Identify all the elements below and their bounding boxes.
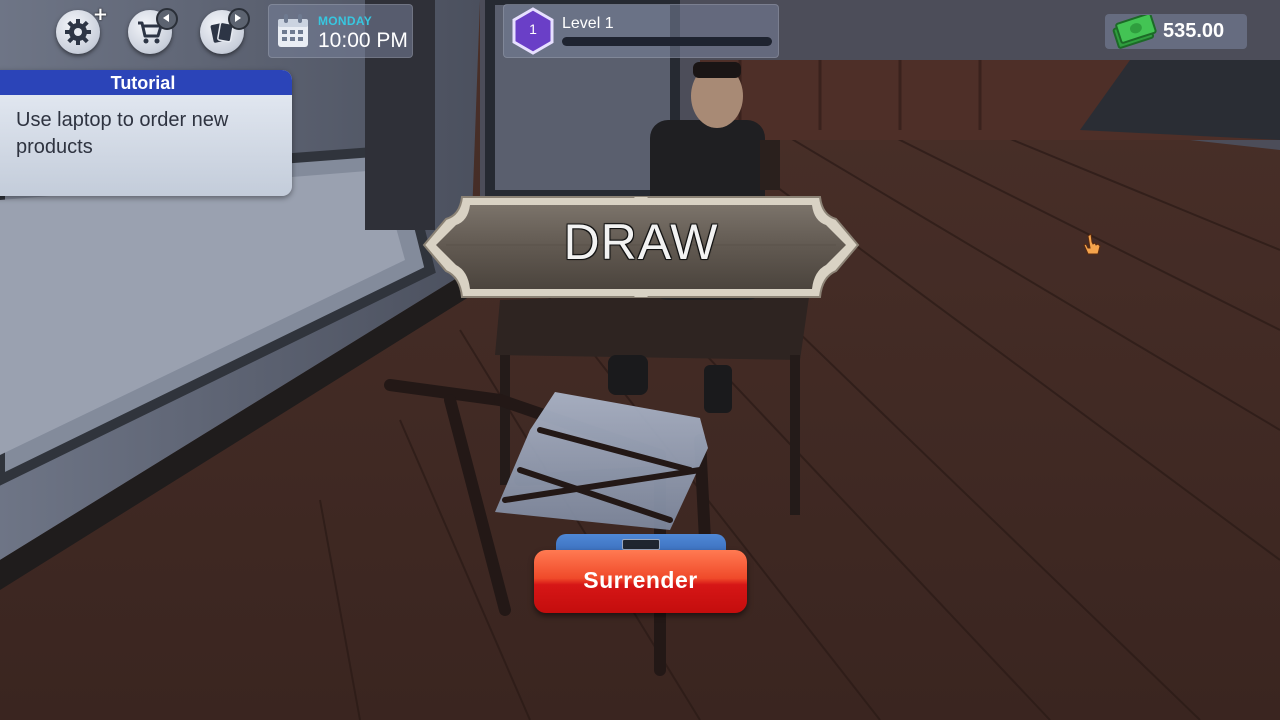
level-number: 1 [529,21,537,37]
level-label: Level 1 [562,15,614,32]
calendar-icon [278,14,308,47]
day-label: MONDAY [318,14,373,28]
plus-icon: + [92,4,108,25]
tutorial-text: Use laptop to order new products [0,95,292,173]
surrender-button[interactable]: Surrender [534,550,747,613]
gear-icon [65,19,91,45]
triangle-right-icon [235,14,241,22]
result-banner: DRAW [422,193,860,303]
result-label: DRAW [563,214,719,270]
level-progress-bar [562,37,772,46]
tutorial-text-line: Use laptop to order new [16,109,229,131]
tutorial-text-line: products [16,136,93,158]
cash-icon [1112,15,1157,49]
tutorial-title: Tutorial [0,70,292,95]
collapse-badge [156,8,178,30]
game-scene: + MONDAY 10:00 PM 1 Level 1 535.00 Tutor… [0,0,1280,720]
triangle-left-icon [163,14,169,22]
money-amount: 535.00 [1163,20,1225,42]
money-panel: 535.00 [1105,14,1247,49]
tutorial-panel: Tutorial Use laptop to order new product… [0,70,292,196]
settings-button[interactable]: + [56,4,108,54]
cards-button[interactable] [200,8,250,54]
time-label: 10:00 PM [318,29,408,52]
level-panel: 1 Level 1 [503,4,779,58]
surrender-notch [622,539,660,550]
surrender-label: Surrender [583,567,698,593]
date-time-panel: MONDAY 10:00 PM [268,4,413,58]
shop-button[interactable] [128,8,178,54]
play-badge [228,8,250,30]
